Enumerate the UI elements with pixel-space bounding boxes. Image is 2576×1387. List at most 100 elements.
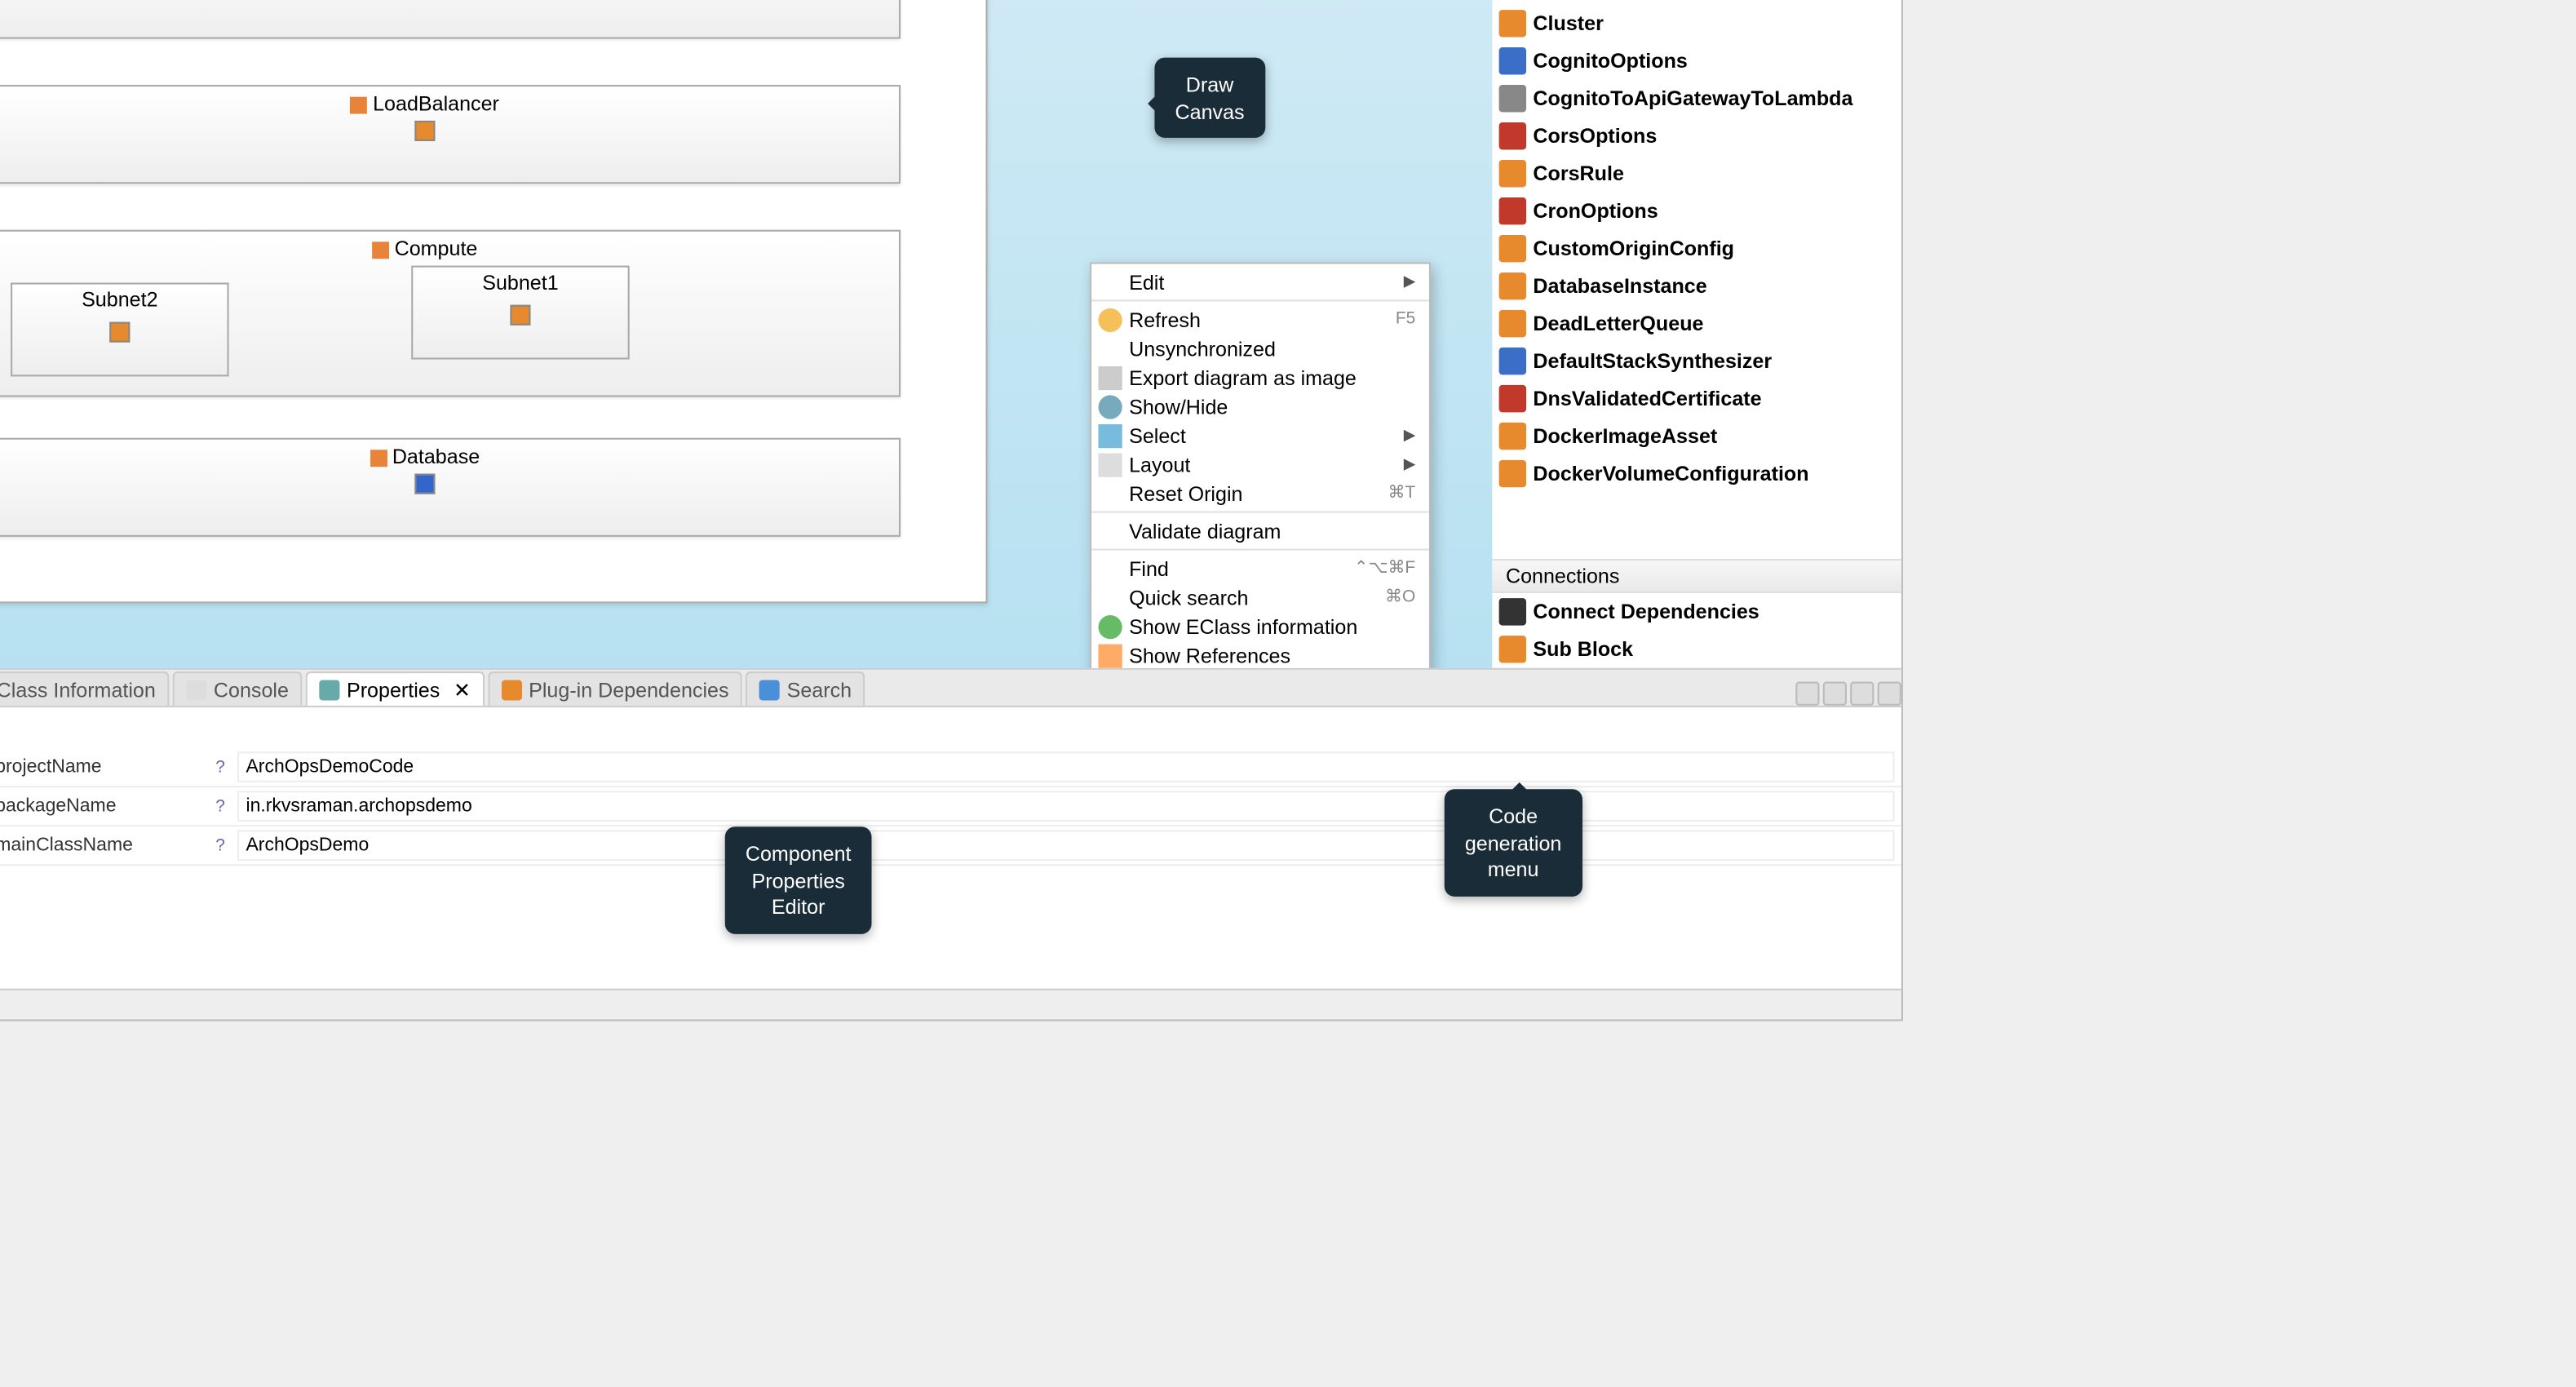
ctx-unsync[interactable]: Unsynchronized bbox=[1091, 334, 1429, 363]
property-row: projectName?ArchOpsDemoCode bbox=[0, 748, 1901, 787]
property-label: packageName bbox=[0, 796, 203, 817]
diagram-canvas[interactable]: mainStack CloudFront and API LoadBalance… bbox=[0, 0, 1492, 668]
property-value[interactable]: ArchOpsDemoCode bbox=[237, 751, 1894, 782]
property-label: projectName bbox=[0, 757, 203, 778]
property-value[interactable]: ArchOpsDemo bbox=[237, 830, 1894, 861]
tab-eclass[interactable]: EClass Information bbox=[0, 671, 170, 706]
bottom-view-tabs: Problems EClass Information Console Prop… bbox=[0, 670, 1901, 707]
resource-type-icon bbox=[1499, 235, 1526, 262]
palette-item[interactable]: DeadLetterQueue bbox=[1492, 305, 1901, 343]
properties-icon bbox=[320, 679, 340, 699]
palette-section-connections[interactable]: Connections bbox=[1492, 559, 1901, 593]
properties-form: projectName?ArchOpsDemoCodepackageName?i… bbox=[0, 748, 1901, 989]
help-icon[interactable]: ? bbox=[203, 836, 237, 855]
ctx-select[interactable]: Select▶ bbox=[1091, 421, 1429, 450]
view-menu-icon[interactable] bbox=[1823, 682, 1847, 706]
search-icon bbox=[759, 679, 780, 699]
resource-type-icon bbox=[1499, 273, 1526, 299]
refs-icon bbox=[1098, 644, 1122, 667]
palette-sub-block[interactable]: Sub Block bbox=[1492, 631, 1901, 668]
ctx-validate[interactable]: Validate diagram bbox=[1091, 516, 1429, 546]
ctx-reset[interactable]: Reset Origin⌘T bbox=[1091, 479, 1429, 508]
ctx-edit[interactable]: Edit▶ bbox=[1091, 268, 1429, 297]
block-icon bbox=[351, 97, 368, 114]
resource-type-icon bbox=[1499, 460, 1526, 487]
block-cloudfront[interactable]: CloudFront and API bbox=[0, 0, 901, 39]
block-compute[interactable]: Compute Subnet2 Subnet1 bbox=[0, 230, 901, 397]
resource-type-icon bbox=[1499, 197, 1526, 224]
palette-item[interactable]: DnsValidatedCertificate bbox=[1492, 380, 1901, 418]
block-subnet2[interactable]: Subnet2 bbox=[11, 282, 229, 376]
block-database[interactable]: Database bbox=[0, 438, 901, 537]
resource-type-icon bbox=[1499, 10, 1526, 37]
resource-type-icon bbox=[1499, 310, 1526, 337]
dependency-icon bbox=[1499, 598, 1526, 625]
resource-type-icon bbox=[1499, 385, 1526, 412]
ctx-layout[interactable]: Layout▶ bbox=[1091, 450, 1429, 479]
ctx-export[interactable]: Export diagram as image bbox=[1091, 363, 1429, 392]
ctx-showeclass[interactable]: Show EClass information bbox=[1091, 612, 1429, 641]
palette-item[interactable]: CustomOriginConfig bbox=[1492, 230, 1901, 268]
console-icon bbox=[186, 679, 206, 699]
callout-properties-editor: Component Properties Editor bbox=[725, 826, 872, 933]
layout-icon bbox=[1098, 452, 1122, 476]
eye-icon bbox=[1098, 394, 1122, 418]
block-icon bbox=[1499, 636, 1526, 662]
ctx-showhide[interactable]: Show/Hide bbox=[1091, 392, 1429, 421]
maximize-view-icon[interactable] bbox=[1878, 682, 1901, 706]
callout-code-generation: Code generation menu bbox=[1445, 789, 1582, 896]
palette-connect-deps[interactable]: Connect Dependencies bbox=[1492, 593, 1901, 631]
plugin-icon bbox=[502, 679, 522, 699]
resource-icon bbox=[510, 305, 530, 326]
palette-item[interactable]: CognitoOptions bbox=[1492, 42, 1901, 80]
palette-item[interactable]: DockerImageAsset bbox=[1492, 418, 1901, 455]
palette-item[interactable]: CorsOptions bbox=[1492, 117, 1901, 155]
refresh-icon bbox=[1098, 308, 1122, 331]
property-row: packageName?in.rkvsraman.archopsdemo bbox=[0, 787, 1901, 826]
palette-item[interactable]: DefaultStackSynthesizer bbox=[1492, 343, 1901, 380]
resource-icon bbox=[109, 322, 130, 343]
ctx-refresh[interactable]: RefreshF5 bbox=[1091, 305, 1429, 335]
tab-properties[interactable]: Properties✕ bbox=[306, 671, 485, 706]
resource-type-icon bbox=[1499, 85, 1526, 112]
ctx-find[interactable]: Find⌃⌥⌘F bbox=[1091, 554, 1429, 583]
status-bar: Synchronized diagram bbox=[0, 989, 1901, 1020]
resource-type-icon bbox=[1499, 348, 1526, 374]
view-tool-icon[interactable] bbox=[1795, 682, 1819, 706]
resource-icon bbox=[414, 474, 435, 494]
block-icon bbox=[372, 242, 389, 259]
eclass-icon bbox=[1098, 614, 1122, 638]
stack-container[interactable]: mainStack CloudFront and API LoadBalance… bbox=[0, 0, 988, 603]
tab-console[interactable]: Console bbox=[173, 671, 303, 706]
resource-type-icon bbox=[1499, 122, 1526, 149]
palette-item[interactable]: DatabaseInstance bbox=[1492, 268, 1901, 305]
properties-header: App app1 bbox=[0, 707, 1901, 748]
palette-item[interactable]: DockerVolumeConfiguration bbox=[1492, 455, 1901, 493]
select-icon bbox=[1098, 423, 1122, 447]
block-loadbalancer[interactable]: LoadBalancer bbox=[0, 85, 901, 184]
resource-icon bbox=[414, 121, 435, 141]
resource-type-icon bbox=[1499, 160, 1526, 187]
resource-type-icon bbox=[1499, 423, 1526, 450]
palette-item[interactable]: CronOptions bbox=[1492, 193, 1901, 230]
property-label: mainClassName bbox=[0, 835, 203, 856]
help-icon[interactable]: ? bbox=[203, 758, 237, 777]
property-row: mainClassName?ArchOpsDemo bbox=[0, 826, 1901, 866]
palette-item[interactable]: CorsRule bbox=[1492, 155, 1901, 193]
close-tab-icon[interactable]: ✕ bbox=[454, 677, 471, 701]
ctx-quicksearch[interactable]: Quick search⌘O bbox=[1091, 583, 1429, 612]
property-value[interactable]: in.rkvsraman.archopsdemo bbox=[237, 791, 1894, 822]
tab-plugin[interactable]: Plug-in Dependencies bbox=[488, 671, 742, 706]
ctx-showrefs[interactable]: Show References bbox=[1091, 640, 1429, 667]
block-subnet1[interactable]: Subnet1 bbox=[411, 266, 630, 360]
context-menu[interactable]: Edit▶ RefreshF5 Unsynchronized Export di… bbox=[1090, 262, 1431, 667]
tools-palette: ◀▶ ↖ Services and Resources CloudFrontWe… bbox=[1492, 0, 1901, 668]
palette-item[interactable]: Cluster bbox=[1492, 5, 1901, 42]
palette-item[interactable]: CognitoToApiGatewayToLambda bbox=[1492, 80, 1901, 117]
block-icon bbox=[370, 450, 387, 467]
help-icon[interactable]: ? bbox=[203, 797, 237, 816]
tab-search[interactable]: Search bbox=[746, 671, 865, 706]
image-icon bbox=[1098, 366, 1122, 389]
callout-draw-canvas: Draw Canvas bbox=[1154, 58, 1264, 139]
minimize-view-icon[interactable] bbox=[1850, 682, 1874, 706]
